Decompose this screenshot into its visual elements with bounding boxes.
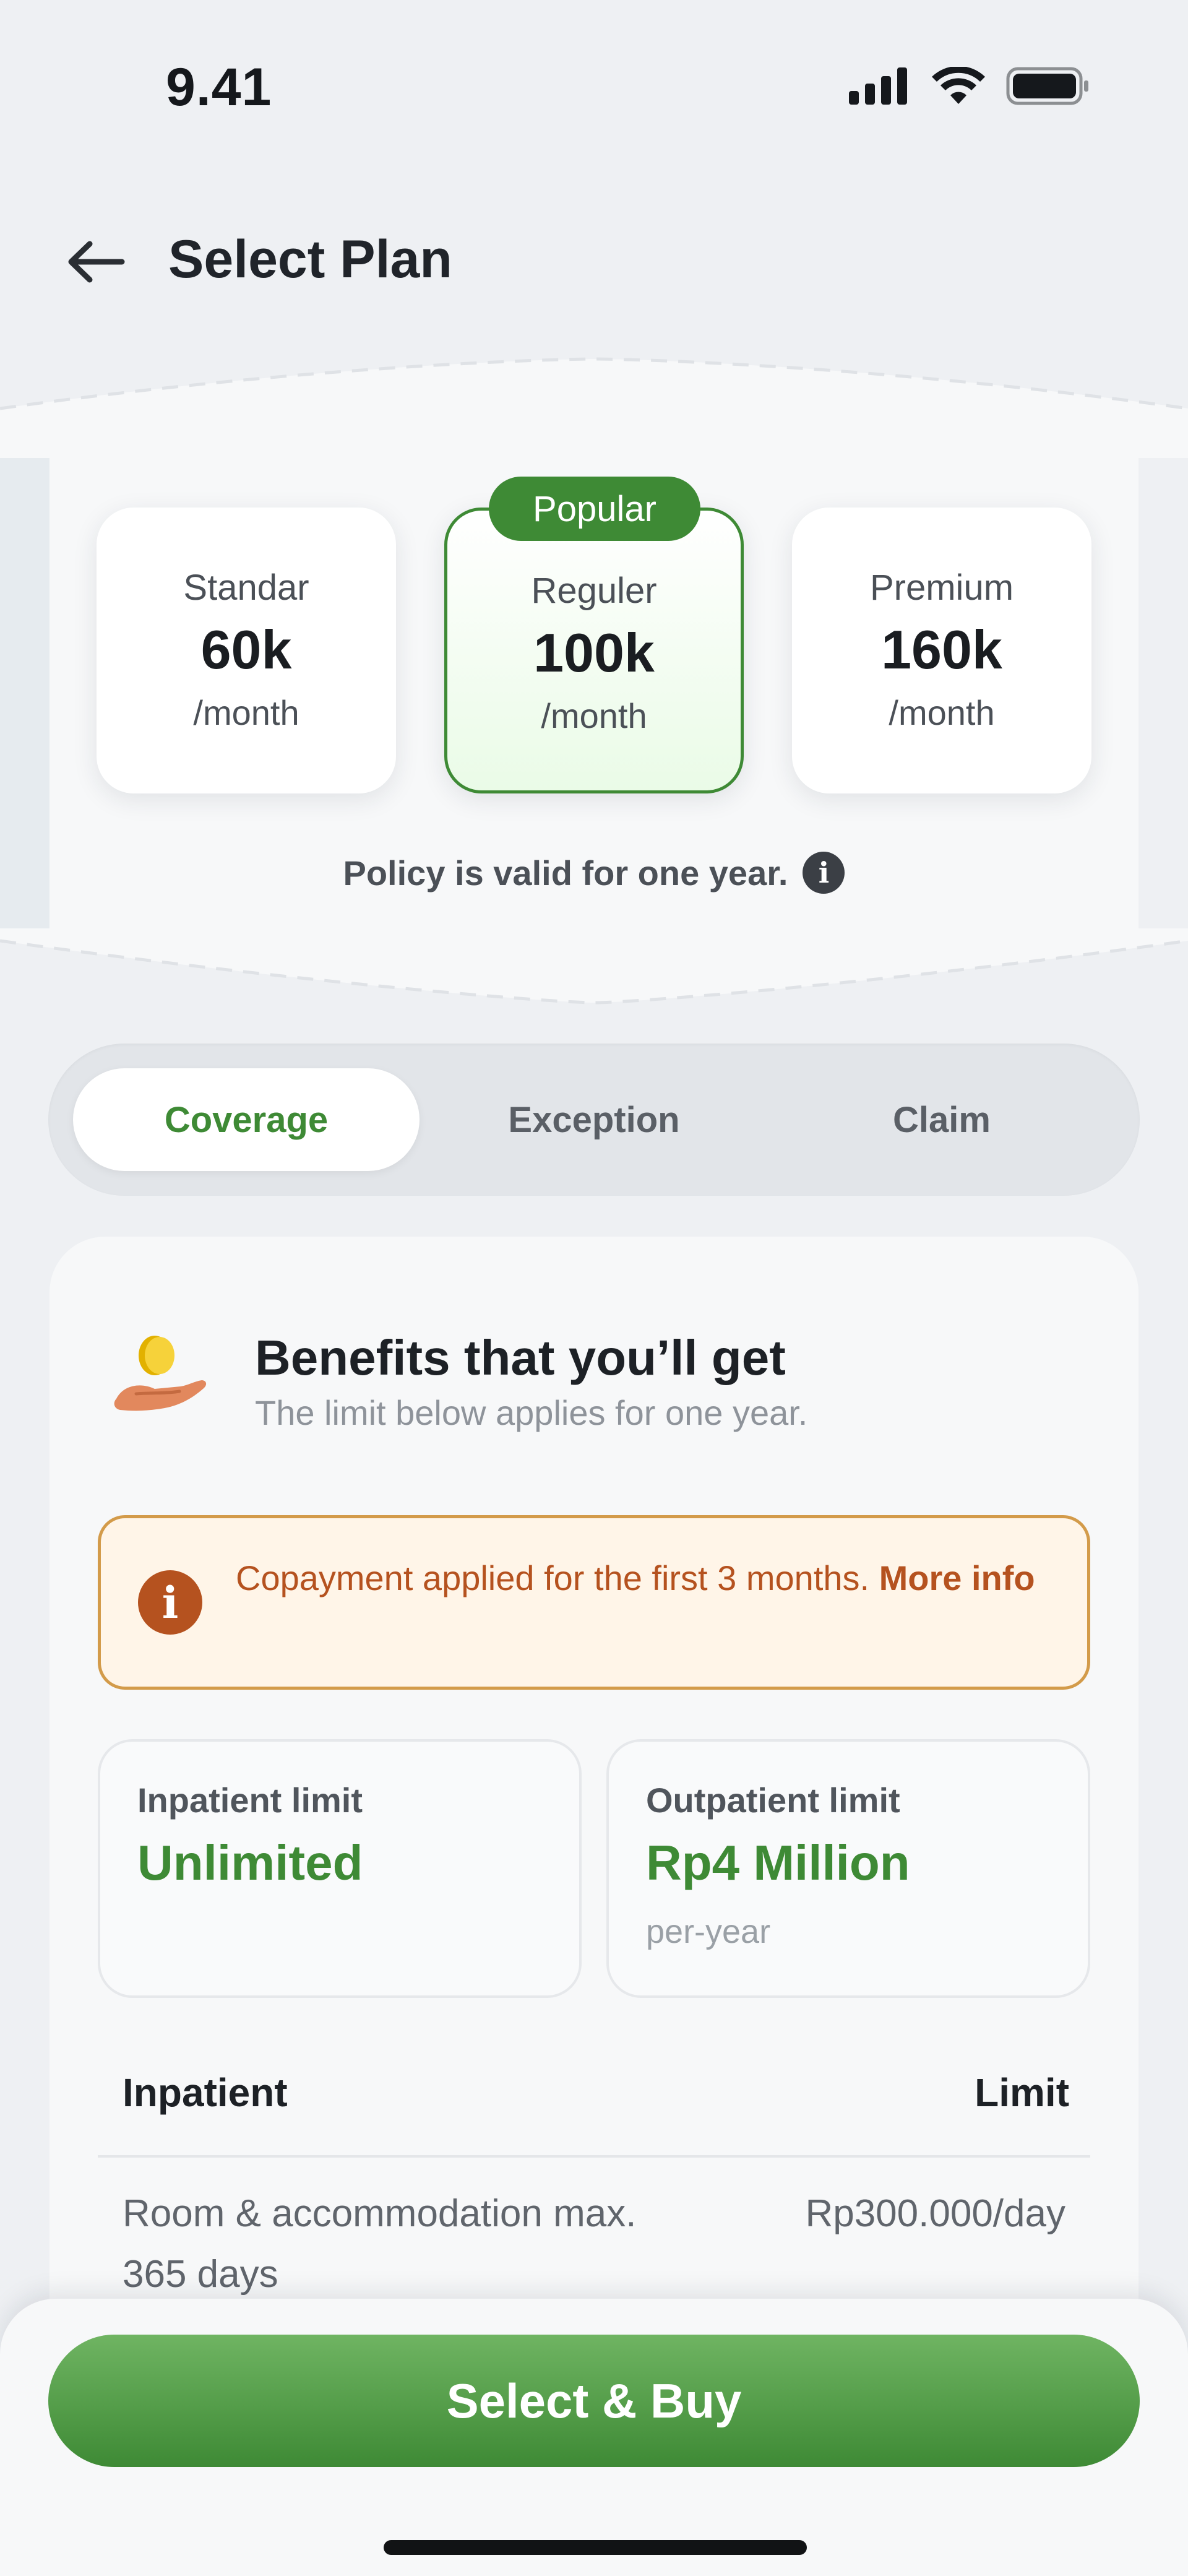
plan-price: 100k (533, 622, 655, 683)
limit-value: Rp4 Million (646, 1835, 910, 1890)
popular-badge: Popular (489, 477, 700, 541)
info-icon: i (138, 1570, 202, 1635)
policy-note: Policy is valid for one year. (343, 853, 788, 893)
tab-coverage[interactable]: Coverage (73, 1068, 420, 1171)
plan-name: Reguler (531, 571, 657, 611)
plan-unit: /month (889, 693, 995, 732)
info-icon[interactable]: i (803, 852, 845, 894)
table-row-limit: Rp300.000/day (805, 2192, 1065, 2235)
plan-price: 160k (881, 619, 1002, 680)
limit-label: Inpatient limit (137, 1781, 363, 1820)
limit-label: Outpatient limit (646, 1781, 900, 1820)
wifi-icon (932, 66, 985, 108)
benefits-subtitle: The limit below applies for one year. (255, 1393, 808, 1432)
plan-card-premium[interactable]: Premium 160k /month (792, 508, 1091, 793)
status-bar: 9.41 (0, 0, 1188, 161)
tab-claim[interactable]: Claim (768, 1068, 1115, 1171)
limit-value: Unlimited (137, 1835, 363, 1890)
tab-exception[interactable]: Exception (421, 1068, 767, 1171)
inpatient-limit-box: Inpatient limit Unlimited (98, 1739, 582, 1998)
policy-note-row: Policy is valid for one year. i (0, 848, 1188, 897)
plan-price: 60k (200, 619, 292, 680)
plan-card-reguler[interactable]: Reguler 100k /month (444, 508, 744, 793)
select-and-buy-button[interactable]: Select & Buy (48, 2335, 1140, 2467)
signal-icon (849, 67, 911, 108)
battery-icon (1006, 67, 1089, 108)
notice-text: Copayment applied for the first 3 months… (236, 1558, 870, 1597)
app-header: Select Plan (0, 204, 1188, 316)
notice-text-block: Copayment applied for the first 3 months… (236, 1554, 1059, 1602)
table-divider (98, 2155, 1090, 2158)
status-icons (849, 66, 1089, 108)
back-button[interactable] (62, 235, 130, 291)
column-header-limit: Limit (975, 2070, 1069, 2115)
plan-name: Standar (183, 568, 309, 608)
outpatient-limit-box: Outpatient limit Rp4 Million per-year (606, 1739, 1090, 1998)
benefits-title: Benefits that you’ll get (255, 1330, 786, 1385)
limit-note: per-year (646, 1913, 771, 1950)
status-time: 9.41 (166, 58, 272, 117)
plan-name: Premium (869, 568, 1014, 608)
copayment-notice: i Copayment applied for the first 3 mont… (98, 1515, 1090, 1690)
tab-bar: Coverage Exception Claim (48, 1044, 1140, 1196)
bottom-action-bar: Select & Buy (0, 2299, 1188, 2576)
arrow-left-icon (66, 240, 126, 287)
plan-card-standar[interactable]: Standar 60k /month (97, 508, 396, 793)
home-indicator (384, 2540, 807, 2555)
table-header: Inpatient Limit (123, 2070, 1069, 2132)
page-title: Select Plan (168, 230, 452, 289)
plan-wave-bottom (0, 928, 1188, 1005)
hand-coin-icon (111, 1329, 210, 1425)
plan-unit: /month (193, 693, 299, 732)
column-header-inpatient: Inpatient (123, 2070, 288, 2115)
table-row-item: Room & accommodation max. 365 days (123, 2192, 637, 2296)
more-info-link[interactable]: More info (879, 1558, 1035, 1597)
plan-unit: /month (541, 696, 647, 735)
